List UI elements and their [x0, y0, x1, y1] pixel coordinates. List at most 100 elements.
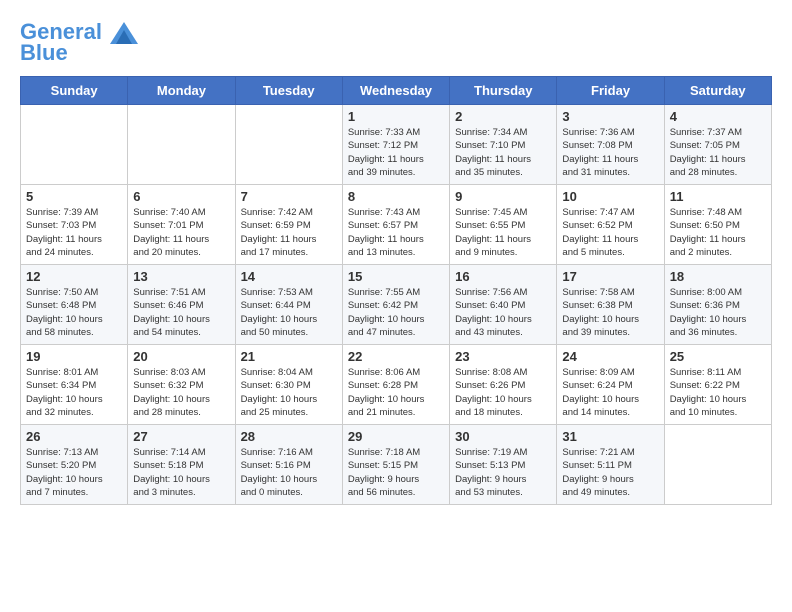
day-info: Sunrise: 7:51 AM Sunset: 6:46 PM Dayligh…	[133, 286, 229, 339]
day-info: Sunrise: 7:14 AM Sunset: 5:18 PM Dayligh…	[133, 446, 229, 499]
day-info: Sunrise: 7:13 AM Sunset: 5:20 PM Dayligh…	[26, 446, 122, 499]
calendar-day-cell: 21 Sunrise: 8:04 AM Sunset: 6:30 PM Dayli…	[235, 345, 342, 425]
day-info: Sunrise: 7:43 AM Sunset: 6:57 PM Dayligh…	[348, 206, 444, 259]
day-number: 17	[562, 269, 658, 284]
day-of-week-header: Sunday	[21, 77, 128, 105]
calendar-day-cell: 19 Sunrise: 8:01 AM Sunset: 6:34 PM Dayli…	[21, 345, 128, 425]
day-number: 10	[562, 189, 658, 204]
calendar-day-cell	[128, 105, 235, 185]
calendar-day-cell: 7 Sunrise: 7:42 AM Sunset: 6:59 PM Daylig…	[235, 185, 342, 265]
calendar-day-cell: 24 Sunrise: 8:09 AM Sunset: 6:24 PM Dayli…	[557, 345, 664, 425]
calendar-day-cell: 14 Sunrise: 7:53 AM Sunset: 6:44 PM Dayli…	[235, 265, 342, 345]
calendar-table: SundayMondayTuesdayWednesdayThursdayFrid…	[20, 76, 772, 505]
day-of-week-header: Friday	[557, 77, 664, 105]
calendar-day-cell: 3 Sunrise: 7:36 AM Sunset: 7:08 PM Daylig…	[557, 105, 664, 185]
calendar-day-cell: 31 Sunrise: 7:21 AM Sunset: 5:11 PM Dayli…	[557, 425, 664, 505]
calendar-day-cell: 26 Sunrise: 7:13 AM Sunset: 5:20 PM Dayli…	[21, 425, 128, 505]
page-header: General Blue	[20, 20, 772, 66]
day-number: 19	[26, 349, 122, 364]
logo: General Blue	[20, 20, 138, 66]
day-info: Sunrise: 7:40 AM Sunset: 7:01 PM Dayligh…	[133, 206, 229, 259]
day-info: Sunrise: 7:45 AM Sunset: 6:55 PM Dayligh…	[455, 206, 551, 259]
calendar-day-cell: 5Sunrise: 7:39 AM Sunset: 7:03 PM Daylig…	[21, 185, 128, 265]
day-info: Sunrise: 7:16 AM Sunset: 5:16 PM Dayligh…	[241, 446, 337, 499]
calendar-day-cell: 28 Sunrise: 7:16 AM Sunset: 5:16 PM Dayli…	[235, 425, 342, 505]
calendar-week-row: 1Sunrise: 7:33 AM Sunset: 7:12 PM Daylig…	[21, 105, 772, 185]
day-info: Sunrise: 8:11 AM Sunset: 6:22 PM Dayligh…	[670, 366, 766, 419]
day-info: Sunrise: 8:00 AM Sunset: 6:36 PM Dayligh…	[670, 286, 766, 339]
day-number: 29	[348, 429, 444, 444]
calendar-week-row: 19 Sunrise: 8:01 AM Sunset: 6:34 PM Dayli…	[21, 345, 772, 425]
day-info: Sunrise: 8:01 AM Sunset: 6:34 PM Dayligh…	[26, 366, 122, 419]
calendar-day-cell	[21, 105, 128, 185]
calendar-day-cell: 17Sunrise: 7:58 AM Sunset: 6:38 PM Dayli…	[557, 265, 664, 345]
day-info: Sunrise: 7:50 AM Sunset: 6:48 PM Dayligh…	[26, 286, 122, 339]
day-number: 8	[348, 189, 444, 204]
day-info: Sunrise: 7:36 AM Sunset: 7:08 PM Dayligh…	[562, 126, 658, 179]
day-info: Sunrise: 7:18 AM Sunset: 5:15 PM Dayligh…	[348, 446, 444, 499]
day-number: 28	[241, 429, 337, 444]
day-number: 22	[348, 349, 444, 364]
day-number: 31	[562, 429, 658, 444]
calendar-header-row: SundayMondayTuesdayWednesdayThursdayFrid…	[21, 77, 772, 105]
calendar-day-cell: 29 Sunrise: 7:18 AM Sunset: 5:15 PM Dayli…	[342, 425, 449, 505]
calendar-day-cell: 4 Sunrise: 7:37 AM Sunset: 7:05 PM Daylig…	[664, 105, 771, 185]
day-number: 16	[455, 269, 551, 284]
day-info: Sunrise: 7:56 AM Sunset: 6:40 PM Dayligh…	[455, 286, 551, 339]
calendar-day-cell: 23 Sunrise: 8:08 AM Sunset: 6:26 PM Dayli…	[450, 345, 557, 425]
day-number: 25	[670, 349, 766, 364]
day-number: 3	[562, 109, 658, 124]
calendar-day-cell: 25 Sunrise: 8:11 AM Sunset: 6:22 PM Dayli…	[664, 345, 771, 425]
day-number: 13	[133, 269, 229, 284]
day-of-week-header: Saturday	[664, 77, 771, 105]
day-number: 24	[562, 349, 658, 364]
calendar-day-cell: 30 Sunrise: 7:19 AM Sunset: 5:13 PM Dayli…	[450, 425, 557, 505]
day-number: 2	[455, 109, 551, 124]
calendar-day-cell: 1Sunrise: 7:33 AM Sunset: 7:12 PM Daylig…	[342, 105, 449, 185]
calendar-day-cell: 20 Sunrise: 8:03 AM Sunset: 6:32 PM Dayli…	[128, 345, 235, 425]
day-number: 18	[670, 269, 766, 284]
day-number: 26	[26, 429, 122, 444]
calendar-day-cell: 16 Sunrise: 7:56 AM Sunset: 6:40 PM Dayli…	[450, 265, 557, 345]
day-number: 21	[241, 349, 337, 364]
day-info: Sunrise: 8:09 AM Sunset: 6:24 PM Dayligh…	[562, 366, 658, 419]
calendar-day-cell: 27 Sunrise: 7:14 AM Sunset: 5:18 PM Dayli…	[128, 425, 235, 505]
day-number: 27	[133, 429, 229, 444]
calendar-day-cell: 2Sunrise: 7:34 AM Sunset: 7:10 PM Daylig…	[450, 105, 557, 185]
day-info: Sunrise: 7:33 AM Sunset: 7:12 PM Dayligh…	[348, 126, 444, 179]
day-of-week-header: Wednesday	[342, 77, 449, 105]
day-number: 14	[241, 269, 337, 284]
calendar-day-cell: 10 Sunrise: 7:47 AM Sunset: 6:52 PM Dayli…	[557, 185, 664, 265]
day-number: 23	[455, 349, 551, 364]
day-number: 7	[241, 189, 337, 204]
calendar-day-cell: 13 Sunrise: 7:51 AM Sunset: 6:46 PM Dayli…	[128, 265, 235, 345]
day-number: 20	[133, 349, 229, 364]
calendar-day-cell: 11Sunrise: 7:48 AM Sunset: 6:50 PM Dayli…	[664, 185, 771, 265]
calendar-day-cell	[235, 105, 342, 185]
calendar-day-cell: 18 Sunrise: 8:00 AM Sunset: 6:36 PM Dayli…	[664, 265, 771, 345]
day-number: 12	[26, 269, 122, 284]
calendar-day-cell	[664, 425, 771, 505]
day-info: Sunrise: 7:47 AM Sunset: 6:52 PM Dayligh…	[562, 206, 658, 259]
day-of-week-header: Tuesday	[235, 77, 342, 105]
day-number: 11	[670, 189, 766, 204]
day-info: Sunrise: 7:19 AM Sunset: 5:13 PM Dayligh…	[455, 446, 551, 499]
day-info: Sunrise: 8:04 AM Sunset: 6:30 PM Dayligh…	[241, 366, 337, 419]
calendar-day-cell: 8 Sunrise: 7:43 AM Sunset: 6:57 PM Daylig…	[342, 185, 449, 265]
day-number: 6	[133, 189, 229, 204]
day-number: 30	[455, 429, 551, 444]
day-info: Sunrise: 7:21 AM Sunset: 5:11 PM Dayligh…	[562, 446, 658, 499]
day-info: Sunrise: 8:03 AM Sunset: 6:32 PM Dayligh…	[133, 366, 229, 419]
day-info: Sunrise: 7:37 AM Sunset: 7:05 PM Dayligh…	[670, 126, 766, 179]
calendar-day-cell: 6 Sunrise: 7:40 AM Sunset: 7:01 PM Daylig…	[128, 185, 235, 265]
day-info: Sunrise: 7:42 AM Sunset: 6:59 PM Dayligh…	[241, 206, 337, 259]
day-number: 15	[348, 269, 444, 284]
calendar-day-cell: 22 Sunrise: 8:06 AM Sunset: 6:28 PM Dayli…	[342, 345, 449, 425]
day-info: Sunrise: 7:53 AM Sunset: 6:44 PM Dayligh…	[241, 286, 337, 339]
day-info: Sunrise: 7:55 AM Sunset: 6:42 PM Dayligh…	[348, 286, 444, 339]
day-info: Sunrise: 8:06 AM Sunset: 6:28 PM Dayligh…	[348, 366, 444, 419]
day-number: 4	[670, 109, 766, 124]
day-info: Sunrise: 8:08 AM Sunset: 6:26 PM Dayligh…	[455, 366, 551, 419]
day-number: 9	[455, 189, 551, 204]
calendar-week-row: 26 Sunrise: 7:13 AM Sunset: 5:20 PM Dayli…	[21, 425, 772, 505]
